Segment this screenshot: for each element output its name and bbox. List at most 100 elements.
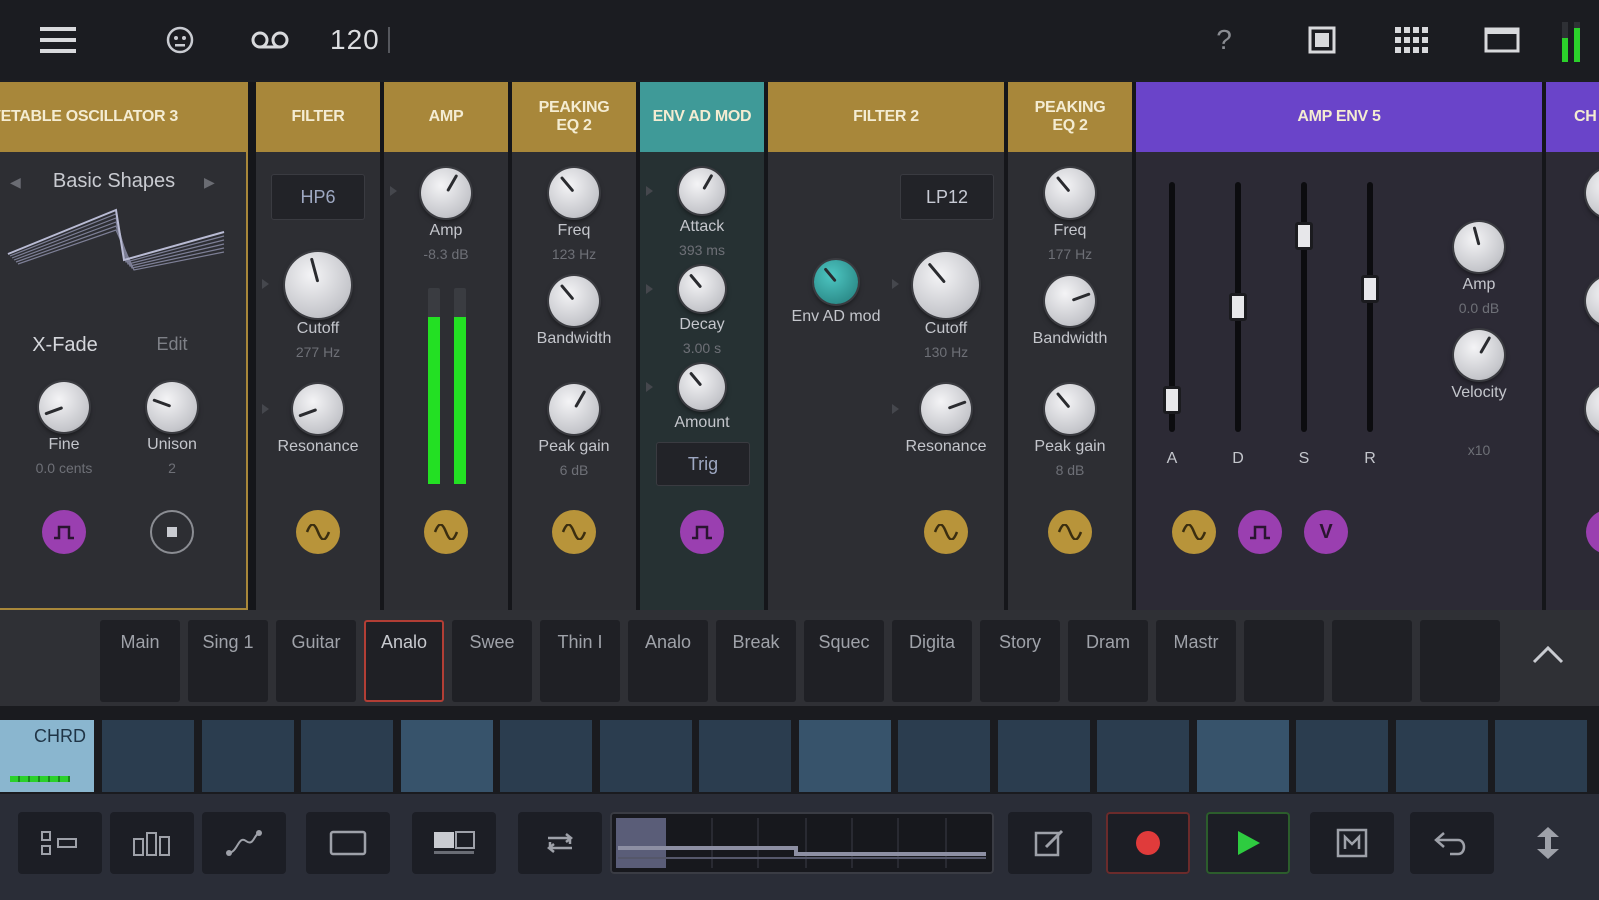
- clip-slot[interactable]: [699, 720, 791, 792]
- pattern-slot[interactable]: Swee: [452, 620, 532, 702]
- cutoff-knob[interactable]: [913, 252, 979, 318]
- fine-knob[interactable]: [39, 382, 89, 432]
- clip-slot[interactable]: [500, 720, 592, 792]
- slider-track-r[interactable]: [1367, 182, 1373, 432]
- clip-slot[interactable]: [1495, 720, 1587, 792]
- chord-knob-3[interactable]: [1586, 384, 1599, 434]
- play-button[interactable]: [1206, 812, 1290, 874]
- peak-gain-knob[interactable]: [549, 384, 599, 434]
- mixer-button[interactable]: [110, 812, 194, 874]
- bandwidth-knob[interactable]: [1045, 276, 1095, 326]
- edit-label[interactable]: Edit: [156, 334, 187, 355]
- module-filter[interactable]: FILTER HP6 Cutoff 277 Hz Resonance: [256, 82, 380, 610]
- amp-knob[interactable]: [421, 168, 471, 218]
- sine-mod-icon[interactable]: [1172, 510, 1216, 554]
- decay-knob[interactable]: [679, 266, 725, 312]
- module-peaking-eq-1[interactable]: PEAKING EQ 2 Freq 123 Hz Bandwidth Peak …: [512, 82, 636, 610]
- help-icon[interactable]: ?: [1206, 18, 1242, 62]
- pattern-slot[interactable]: [1244, 620, 1324, 702]
- filter-mode-button[interactable]: HP6: [271, 174, 365, 220]
- pattern-slot[interactable]: Analo: [364, 620, 444, 702]
- pattern-slot[interactable]: Sing 1: [188, 620, 268, 702]
- module-env-ad-mod[interactable]: ENV AD MOD Attack 393 ms Decay 3.00 s Am…: [640, 82, 764, 610]
- sine-mod-icon[interactable]: [1048, 510, 1092, 554]
- resonance-knob[interactable]: [921, 384, 971, 434]
- clip-slot[interactable]: [400, 720, 493, 792]
- chord-knob-1[interactable]: [1586, 168, 1599, 218]
- pattern-slot[interactable]: [1332, 620, 1412, 702]
- sine-mod-icon[interactable]: [296, 510, 340, 554]
- freq-knob[interactable]: [549, 168, 599, 218]
- attack-knob[interactable]: [679, 168, 725, 214]
- clip-slot[interactable]: [599, 720, 692, 792]
- pattern-slot[interactable]: [1420, 620, 1500, 702]
- tempo-display[interactable]: 120: [330, 18, 410, 62]
- clip-slot[interactable]: [1196, 720, 1289, 792]
- clip-slot[interactable]: [1296, 720, 1388, 792]
- clip-slot[interactable]: [102, 720, 194, 792]
- record-button[interactable]: [1106, 812, 1190, 874]
- prev-wavetable-icon[interactable]: ◀: [10, 174, 21, 191]
- sine-mod-icon[interactable]: [552, 510, 596, 554]
- pattern-slot[interactable]: Digita: [892, 620, 972, 702]
- module-amp[interactable]: AMP Amp -8.3 dB: [384, 82, 508, 610]
- pattern-slot[interactable]: Thin I: [540, 620, 620, 702]
- slider-thumb-d[interactable]: [1229, 293, 1247, 321]
- sine-mod-icon[interactable]: [924, 510, 968, 554]
- wavetable-name[interactable]: Basic Shapes: [53, 170, 175, 193]
- bandwidth-knob[interactable]: [549, 276, 599, 326]
- pattern-slot[interactable]: Story: [980, 620, 1060, 702]
- pattern-slot[interactable]: Main: [100, 620, 180, 702]
- undo-button[interactable]: [1410, 812, 1494, 874]
- module-chord[interactable]: CH: [1546, 82, 1599, 610]
- slider-thumb-s[interactable]: [1295, 221, 1313, 250]
- pattern-slot[interactable]: Mastr: [1156, 620, 1236, 702]
- module-wavetable-oscillator[interactable]: WAVETABLE OSCILLATOR 3 ◀ Basic Shapes ▶ …: [0, 82, 248, 610]
- grid-icon[interactable]: [1390, 18, 1434, 62]
- velocity-knob[interactable]: [1454, 330, 1504, 380]
- view-button[interactable]: [306, 812, 390, 874]
- module-amp-env[interactable]: AMP ENV 5 A D S R Amp 0.0 dB Velocity x10 V: [1136, 82, 1542, 610]
- freq-knob[interactable]: [1045, 168, 1095, 218]
- clip-slot[interactable]: [1097, 720, 1189, 792]
- velocity-mod-icon[interactable]: V: [1304, 510, 1348, 554]
- stop-square-icon[interactable]: [1300, 18, 1344, 62]
- split-view-button[interactable]: [412, 812, 496, 874]
- cutoff-knob[interactable]: [285, 252, 351, 318]
- pattern-slot[interactable]: Analo: [628, 620, 708, 702]
- clip-slot[interactable]: [301, 720, 393, 792]
- resonance-knob[interactable]: [293, 384, 343, 434]
- chord-knob-2[interactable]: [1586, 276, 1599, 326]
- pattern-slot[interactable]: Guitar: [276, 620, 356, 702]
- track-chrd[interactable]: CHRD: [0, 720, 94, 792]
- xfade-label[interactable]: X-Fade: [32, 334, 98, 357]
- automation-button[interactable]: [202, 812, 286, 874]
- edit-button[interactable]: [1008, 812, 1092, 874]
- clip-slot[interactable]: [1395, 720, 1488, 792]
- resize-handle[interactable]: [1516, 812, 1580, 874]
- hamburger-menu-icon[interactable]: [36, 18, 80, 62]
- clip-slot[interactable]: [798, 720, 891, 792]
- slider-thumb-a[interactable]: [1163, 386, 1181, 415]
- env-ad-mod-knob[interactable]: [814, 260, 858, 304]
- metronome-icon[interactable]: [158, 18, 202, 62]
- clip-slot[interactable]: [997, 720, 1090, 792]
- pulse-mod-icon[interactable]: [680, 510, 724, 554]
- chord-mod-icon[interactable]: [1586, 510, 1599, 554]
- amount-knob[interactable]: [679, 364, 725, 410]
- filter-mode-button[interactable]: LP12: [900, 174, 994, 220]
- unison-knob[interactable]: [147, 382, 197, 432]
- loop-button[interactable]: [518, 812, 602, 874]
- amp-knob[interactable]: [1454, 222, 1504, 272]
- module-filter-2[interactable]: FILTER 2 LP12 Env AD mod Cutoff 130 Hz R…: [768, 82, 1004, 610]
- peak-gain-knob[interactable]: [1045, 384, 1095, 434]
- clip-slot[interactable]: [898, 720, 990, 792]
- mixer-routing-button[interactable]: [18, 812, 102, 874]
- pattern-slot[interactable]: Squec: [804, 620, 884, 702]
- screen-icon[interactable]: [1480, 18, 1524, 62]
- clip-slot[interactable]: [201, 720, 294, 792]
- sine-mod-icon[interactable]: [424, 510, 468, 554]
- timeline-overview[interactable]: [610, 812, 994, 874]
- slider-thumb-r[interactable]: [1361, 275, 1379, 304]
- pattern-slot[interactable]: Dram: [1068, 620, 1148, 702]
